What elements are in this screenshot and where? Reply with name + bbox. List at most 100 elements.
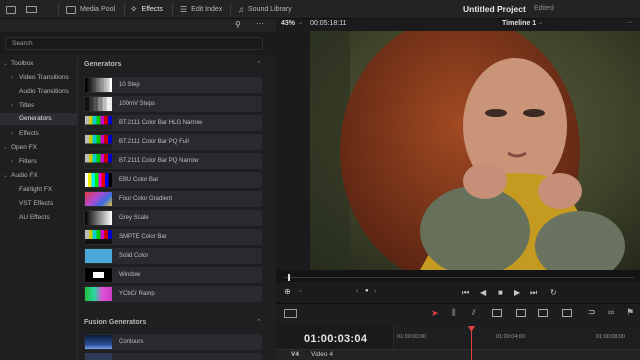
project-status: Edited [534, 5, 554, 12]
ui-layout-button[interactable] [26, 0, 37, 19]
timeline-name[interactable]: Timeline 1 [502, 20, 536, 27]
generator-item[interactable]: Window [84, 267, 262, 283]
scrub-playhead[interactable] [288, 274, 290, 281]
tree-item-video-transitions[interactable]: › Video Transitions [11, 72, 77, 84]
flag-icon[interactable]: ⚑ [626, 307, 634, 318]
tree-item-generators[interactable]: Generators [0, 113, 77, 125]
thumbnail-contours [85, 335, 112, 349]
link-icon[interactable]: ∞ [608, 307, 614, 317]
timeline-view-icon[interactable] [284, 309, 297, 318]
generator-label: Window [119, 272, 141, 278]
generator-label: Grey Scale [119, 215, 149, 221]
panel-toggle-icon[interactable] [6, 5, 16, 14]
tree-item-fairlight-fx[interactable]: Fairlight FX [19, 184, 77, 196]
loop-icon[interactable]: ↻ [550, 288, 557, 297]
chevron-down-icon[interactable]: ⌄ [538, 19, 543, 26]
tree-item-audio-transitions[interactable]: Audio Transitions [19, 86, 77, 98]
insert-clip-icon[interactable] [492, 309, 502, 317]
place-on-top-icon[interactable] [562, 309, 572, 317]
tree-item-filters[interactable]: › Filters [11, 156, 77, 168]
next-clip-icon[interactable]: › [374, 288, 376, 295]
search-input[interactable]: Search [5, 37, 263, 50]
thumbnail-next [85, 353, 112, 360]
generator-item[interactable]: Four Color Gradient [84, 191, 262, 207]
effects-button[interactable]: ✧ Effects [130, 0, 163, 19]
thumbnail-100mv-steps [85, 97, 112, 111]
previous-clip-icon[interactable]: ‹ [356, 288, 358, 295]
generator-item[interactable]: 10 Step [84, 77, 262, 93]
thumbnail-color-bars [85, 116, 112, 130]
timeline-toolbar: ➤ ⫼ ⫽ ⊃ ∞ ⚑ [276, 304, 640, 324]
more-options-icon[interactable]: ··· [256, 19, 264, 28]
generator-item[interactable] [84, 353, 262, 360]
generator-item[interactable]: BT.2111 Color Bar PQ Full [84, 134, 262, 150]
tree-item-label: Titles [19, 102, 35, 109]
generator-label: Four Color Gradient [119, 196, 173, 202]
play-reverse-icon[interactable]: ◀ [480, 288, 486, 297]
selection-tool-icon[interactable]: ➤ [431, 308, 439, 319]
snapping-icon[interactable]: ⊃ [588, 307, 596, 318]
generator-label: BT.2111 Color Bar PQ Full [119, 139, 189, 145]
tree-item-open-fx[interactable]: ⌄ Open FX [3, 142, 77, 154]
overwrite-clip-icon[interactable] [516, 309, 526, 317]
tree-item-toolbox[interactable]: ⌄ Toolbox [3, 58, 77, 70]
tree-item-au-effects[interactable]: AU Effects [19, 212, 77, 224]
generator-label: SMPTE Color Bar [119, 234, 167, 240]
thumbnail-10-step [85, 78, 112, 92]
track-id: V4 [291, 351, 299, 358]
collapse-icon[interactable]: ⌃ [256, 60, 262, 68]
tree-item-label: Generators [19, 115, 52, 122]
video-viewer[interactable] [310, 31, 640, 270]
music-note-icon: ♫ [238, 5, 244, 14]
edit-index-button[interactable]: ☰ Edit Index [180, 0, 222, 19]
zoom-level[interactable]: 43% [281, 20, 295, 27]
tree-item-audio-fx[interactable]: ⌄ Audio FX [3, 170, 77, 182]
generator-label: BT.2111 Color Bar HLG Narrow [119, 120, 203, 126]
play-icon[interactable]: ▶ [514, 288, 520, 297]
search-icon[interactable]: ⚲ [235, 20, 241, 29]
tree-item-effects[interactable]: › Effects [11, 128, 77, 140]
chevron-down-icon[interactable]: ⌄ [298, 287, 303, 294]
tree-item-label: Video Transitions [19, 74, 69, 81]
chevron-down-icon[interactable]: ⌄ [298, 19, 303, 26]
dot-icon: ● [365, 288, 369, 294]
tree-item-label: Open FX [11, 144, 38, 151]
track-video-4[interactable]: V4 Video 4 [276, 349, 640, 360]
generator-item[interactable]: BT.2111 Color Bar PQ Narrow [84, 153, 262, 169]
tree-item-vst-effects[interactable]: VST Effects [19, 198, 77, 210]
stop-icon[interactable]: ■ [498, 288, 503, 297]
blade-tool-icon[interactable]: ⫽ [472, 308, 476, 318]
sound-library-button[interactable]: ♫ Sound Library [238, 0, 292, 19]
more-options-icon[interactable]: ··· [626, 19, 633, 26]
tree-item-label: VST Effects [19, 200, 54, 207]
generator-item[interactable]: SMPTE Color Bar [84, 229, 262, 245]
viewer-scrubber[interactable] [276, 270, 640, 282]
generator-item[interactable]: EBU Color Bar [84, 172, 262, 188]
generator-item[interactable]: Grey Scale [84, 210, 262, 226]
generator-item[interactable]: YCbCr Ramp [84, 286, 262, 302]
clock-icon[interactable]: ⊕ [284, 287, 291, 296]
media-pool-icon [66, 5, 76, 14]
tree-item-label: Filters [19, 158, 37, 165]
chevron-right-icon: › [11, 103, 13, 109]
media-pool-button[interactable]: Media Pool [66, 0, 115, 19]
timeline-ruler[interactable]: 01:00:00:00 01:00:04:00 01:00:08:00 [393, 324, 640, 350]
generator-item[interactable]: Contours [84, 334, 262, 350]
tree-item-label: Fairlight FX [19, 186, 53, 193]
collapse-icon[interactable]: ⌃ [256, 318, 262, 326]
replace-clip-icon[interactable] [538, 309, 548, 317]
generator-item[interactable]: 100mV Steps [84, 96, 262, 112]
tree-item-titles[interactable]: › Titles [11, 100, 77, 112]
trim-tool-icon[interactable]: ⫼ [452, 308, 456, 318]
generator-item[interactable]: Solid Color [84, 248, 262, 264]
skip-to-end-icon[interactable]: ⏭ [530, 288, 537, 298]
scrub-track [284, 277, 634, 278]
generator-item[interactable]: BT.2111 Color Bar HLG Narrow [84, 115, 262, 131]
media-pool-label: Media Pool [80, 6, 116, 13]
generator-label: 10 Step [119, 82, 140, 88]
thumbnail-ycbcr-ramp [85, 287, 112, 301]
window-controls [6, 0, 16, 19]
tree-item-label: Toolbox [11, 60, 34, 67]
skip-to-start-icon[interactable]: ⏮ [462, 288, 469, 298]
thumbnail-window [85, 268, 112, 282]
